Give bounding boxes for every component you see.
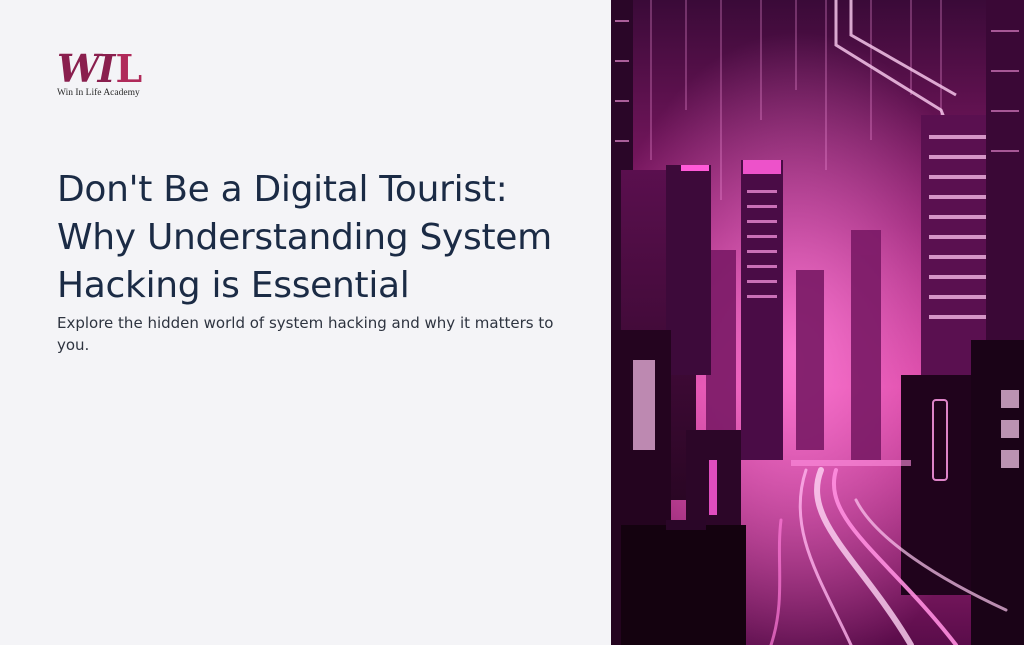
brand-logo: WI L Win In Life Academy [57,50,167,100]
logo-mark-wi: WI [57,46,115,91]
logo-mark: WI L [57,46,167,91]
slide-title: Don't Be a Digital Tourist: Why Understa… [57,169,552,306]
text-panel: WI L Win In Life Academy Don't Be a Digi… [0,0,611,645]
logo-tagline: Win In Life Academy [57,88,140,98]
slide-subtitle: Explore the hidden world of system hacki… [57,314,554,354]
logo-mark-l: L [115,46,143,91]
cyberpunk-city-image [611,0,1024,645]
slide: WI L Win In Life Academy Don't Be a Digi… [0,0,1024,645]
city-illustration [611,0,1024,645]
